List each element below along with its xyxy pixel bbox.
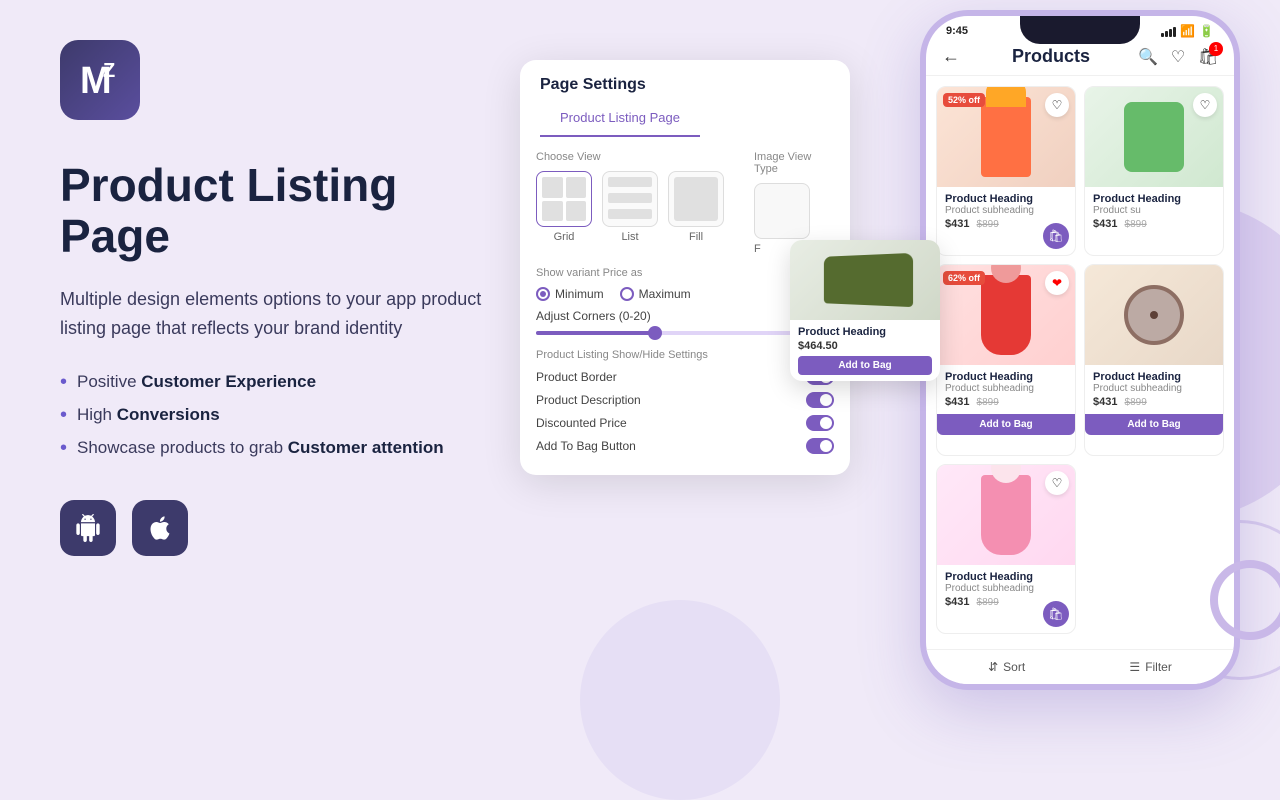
- view-option-grid[interactable]: Grid: [536, 171, 592, 243]
- view-options: Grid List: [536, 171, 724, 243]
- floating-product-card: Product Heading $464.50 Add to Bag: [790, 240, 940, 381]
- filter-icon: ☰: [1129, 660, 1140, 674]
- signal-icon: [1161, 25, 1176, 37]
- grid-label: Grid: [554, 231, 575, 243]
- sort-button[interactable]: ⇵ Sort: [988, 660, 1025, 674]
- product-card-2[interactable]: ♡ Product Heading Product su $431 $899: [1084, 86, 1224, 256]
- grid-view-box: [536, 171, 592, 227]
- product-info-2: Product Heading Product su $431 $899: [1085, 187, 1223, 236]
- platform-icons: [60, 500, 500, 556]
- battery-icon: 🔋: [1199, 24, 1214, 38]
- discount-badge-1: 52% off: [943, 93, 985, 107]
- slider-fill: [536, 331, 655, 335]
- wifi-icon: 📶: [1180, 24, 1195, 38]
- phone-time: 9:45: [946, 25, 968, 37]
- list-view-box: [602, 171, 658, 227]
- floating-card-info: Product Heading $464.50 Add to Bag: [790, 320, 940, 381]
- cart-btn-1[interactable]: 🛍: [1043, 223, 1069, 249]
- settings-tab[interactable]: Product Listing Page: [540, 100, 700, 137]
- wishlist-btn-2[interactable]: ♡: [1193, 93, 1217, 117]
- phone-title: Products: [964, 46, 1138, 67]
- cart-icon[interactable]: 🛍 1: [1198, 47, 1218, 67]
- logo: M Z: [60, 40, 140, 120]
- page-title: Product Listing Page: [60, 160, 500, 261]
- product-card-5[interactable]: ♡ 🛍 Product Heading Product subheading $…: [936, 464, 1076, 634]
- product-price-2: $431 $899: [1093, 218, 1215, 230]
- cart-btn-5[interactable]: 🛍: [1043, 601, 1069, 627]
- image-view-type-box: [754, 183, 810, 239]
- back-icon[interactable]: ←: [942, 46, 960, 67]
- toggle-product-description: Product Description: [536, 392, 834, 408]
- discount-badge-3: 62% off: [943, 271, 985, 285]
- products-grid: 52% off ♡ 🛍 Product Heading Product subh…: [926, 76, 1234, 644]
- list-label: List: [621, 231, 638, 243]
- filter-button[interactable]: ☰ Filter: [1129, 660, 1171, 674]
- bullet-item-1: Positive Customer Experience: [60, 371, 500, 394]
- bullet-item-3: Showcase products to grab Customer atten…: [60, 437, 500, 460]
- radio-maximum[interactable]: Maximum: [620, 287, 691, 301]
- status-icons: 📶 🔋: [1161, 24, 1214, 38]
- description: Multiple design elements options to your…: [60, 285, 500, 343]
- fill-label: Fill: [689, 231, 703, 243]
- right-section: Page Settings Product Listing Page Choos…: [500, 0, 1280, 720]
- choose-view-section: Choose View Grid: [536, 151, 724, 257]
- sort-icon: ⇵: [988, 660, 998, 674]
- search-icon[interactable]: 🔍: [1138, 47, 1158, 67]
- deco-ring-small: [1210, 560, 1280, 640]
- toggle-discounted-price: Discounted Price: [536, 415, 834, 431]
- add-to-bag-btn-4[interactable]: Add to Bag: [1085, 414, 1223, 435]
- radio-minimum[interactable]: Minimum: [536, 287, 604, 301]
- logo-icon: M Z: [75, 55, 125, 105]
- radio-dot-min: [536, 287, 550, 301]
- slider-thumb: [648, 326, 662, 340]
- product-price-4: $431 $899: [1093, 396, 1215, 408]
- bullet-list: Positive Customer Experience High Conver…: [60, 371, 500, 460]
- wishlist-btn-1[interactable]: ♡: [1045, 93, 1069, 117]
- product-info-3: Product Heading Product subheading $431 …: [937, 365, 1075, 414]
- toggle-discounted[interactable]: [806, 415, 834, 431]
- left-panel: M Z Product Listing Page Multiple design…: [0, 0, 560, 720]
- wishlist-icon[interactable]: ♡: [1168, 47, 1188, 67]
- phone-notch: [1020, 16, 1140, 44]
- phone-bottom-bar: ⇵ Sort ☰ Filter: [926, 649, 1234, 684]
- product-price-3: $431 $899: [945, 396, 1067, 408]
- product-card-1[interactable]: 52% off ♡ 🛍 Product Heading Product subh…: [936, 86, 1076, 256]
- view-settings-row: Choose View Grid: [536, 151, 834, 257]
- product-card-3[interactable]: 62% off ❤ Product Heading Product subhea…: [936, 264, 1076, 455]
- view-option-list[interactable]: List: [602, 171, 658, 243]
- product-img-4: [1085, 265, 1223, 365]
- floating-card-img: [790, 240, 940, 320]
- bullet-item-2: High Conversions: [60, 404, 500, 427]
- toggle-description[interactable]: [806, 392, 834, 408]
- wishlist-btn-5[interactable]: ♡: [1045, 471, 1069, 495]
- floating-add-to-bag[interactable]: Add to Bag: [798, 356, 932, 375]
- image-view-type-label: Image View Type: [754, 151, 834, 175]
- fill-view-box: [668, 171, 724, 227]
- svg-text:Z: Z: [103, 60, 115, 82]
- settings-panel-title: Page Settings: [520, 60, 850, 94]
- toggle-bag[interactable]: [806, 438, 834, 454]
- product-card-4[interactable]: Product Heading Product subheading $431 …: [1084, 264, 1224, 455]
- radio-dot-max: [620, 287, 634, 301]
- product-info-4: Product Heading Product subheading $431 …: [1085, 365, 1223, 414]
- phone-mockup: 9:45 📶 🔋 ← Products 🔍 ♡ 🛍: [920, 10, 1240, 690]
- view-option-fill[interactable]: Fill: [668, 171, 724, 243]
- add-to-bag-btn-3[interactable]: Add to Bag: [937, 414, 1075, 435]
- choose-view-label: Choose View: [536, 151, 724, 163]
- header-action-icons: 🔍 ♡ 🛍 1: [1138, 47, 1218, 67]
- toggle-add-to-bag: Add To Bag Button: [536, 438, 834, 454]
- android-btn[interactable]: [60, 500, 116, 556]
- ios-btn[interactable]: [132, 500, 188, 556]
